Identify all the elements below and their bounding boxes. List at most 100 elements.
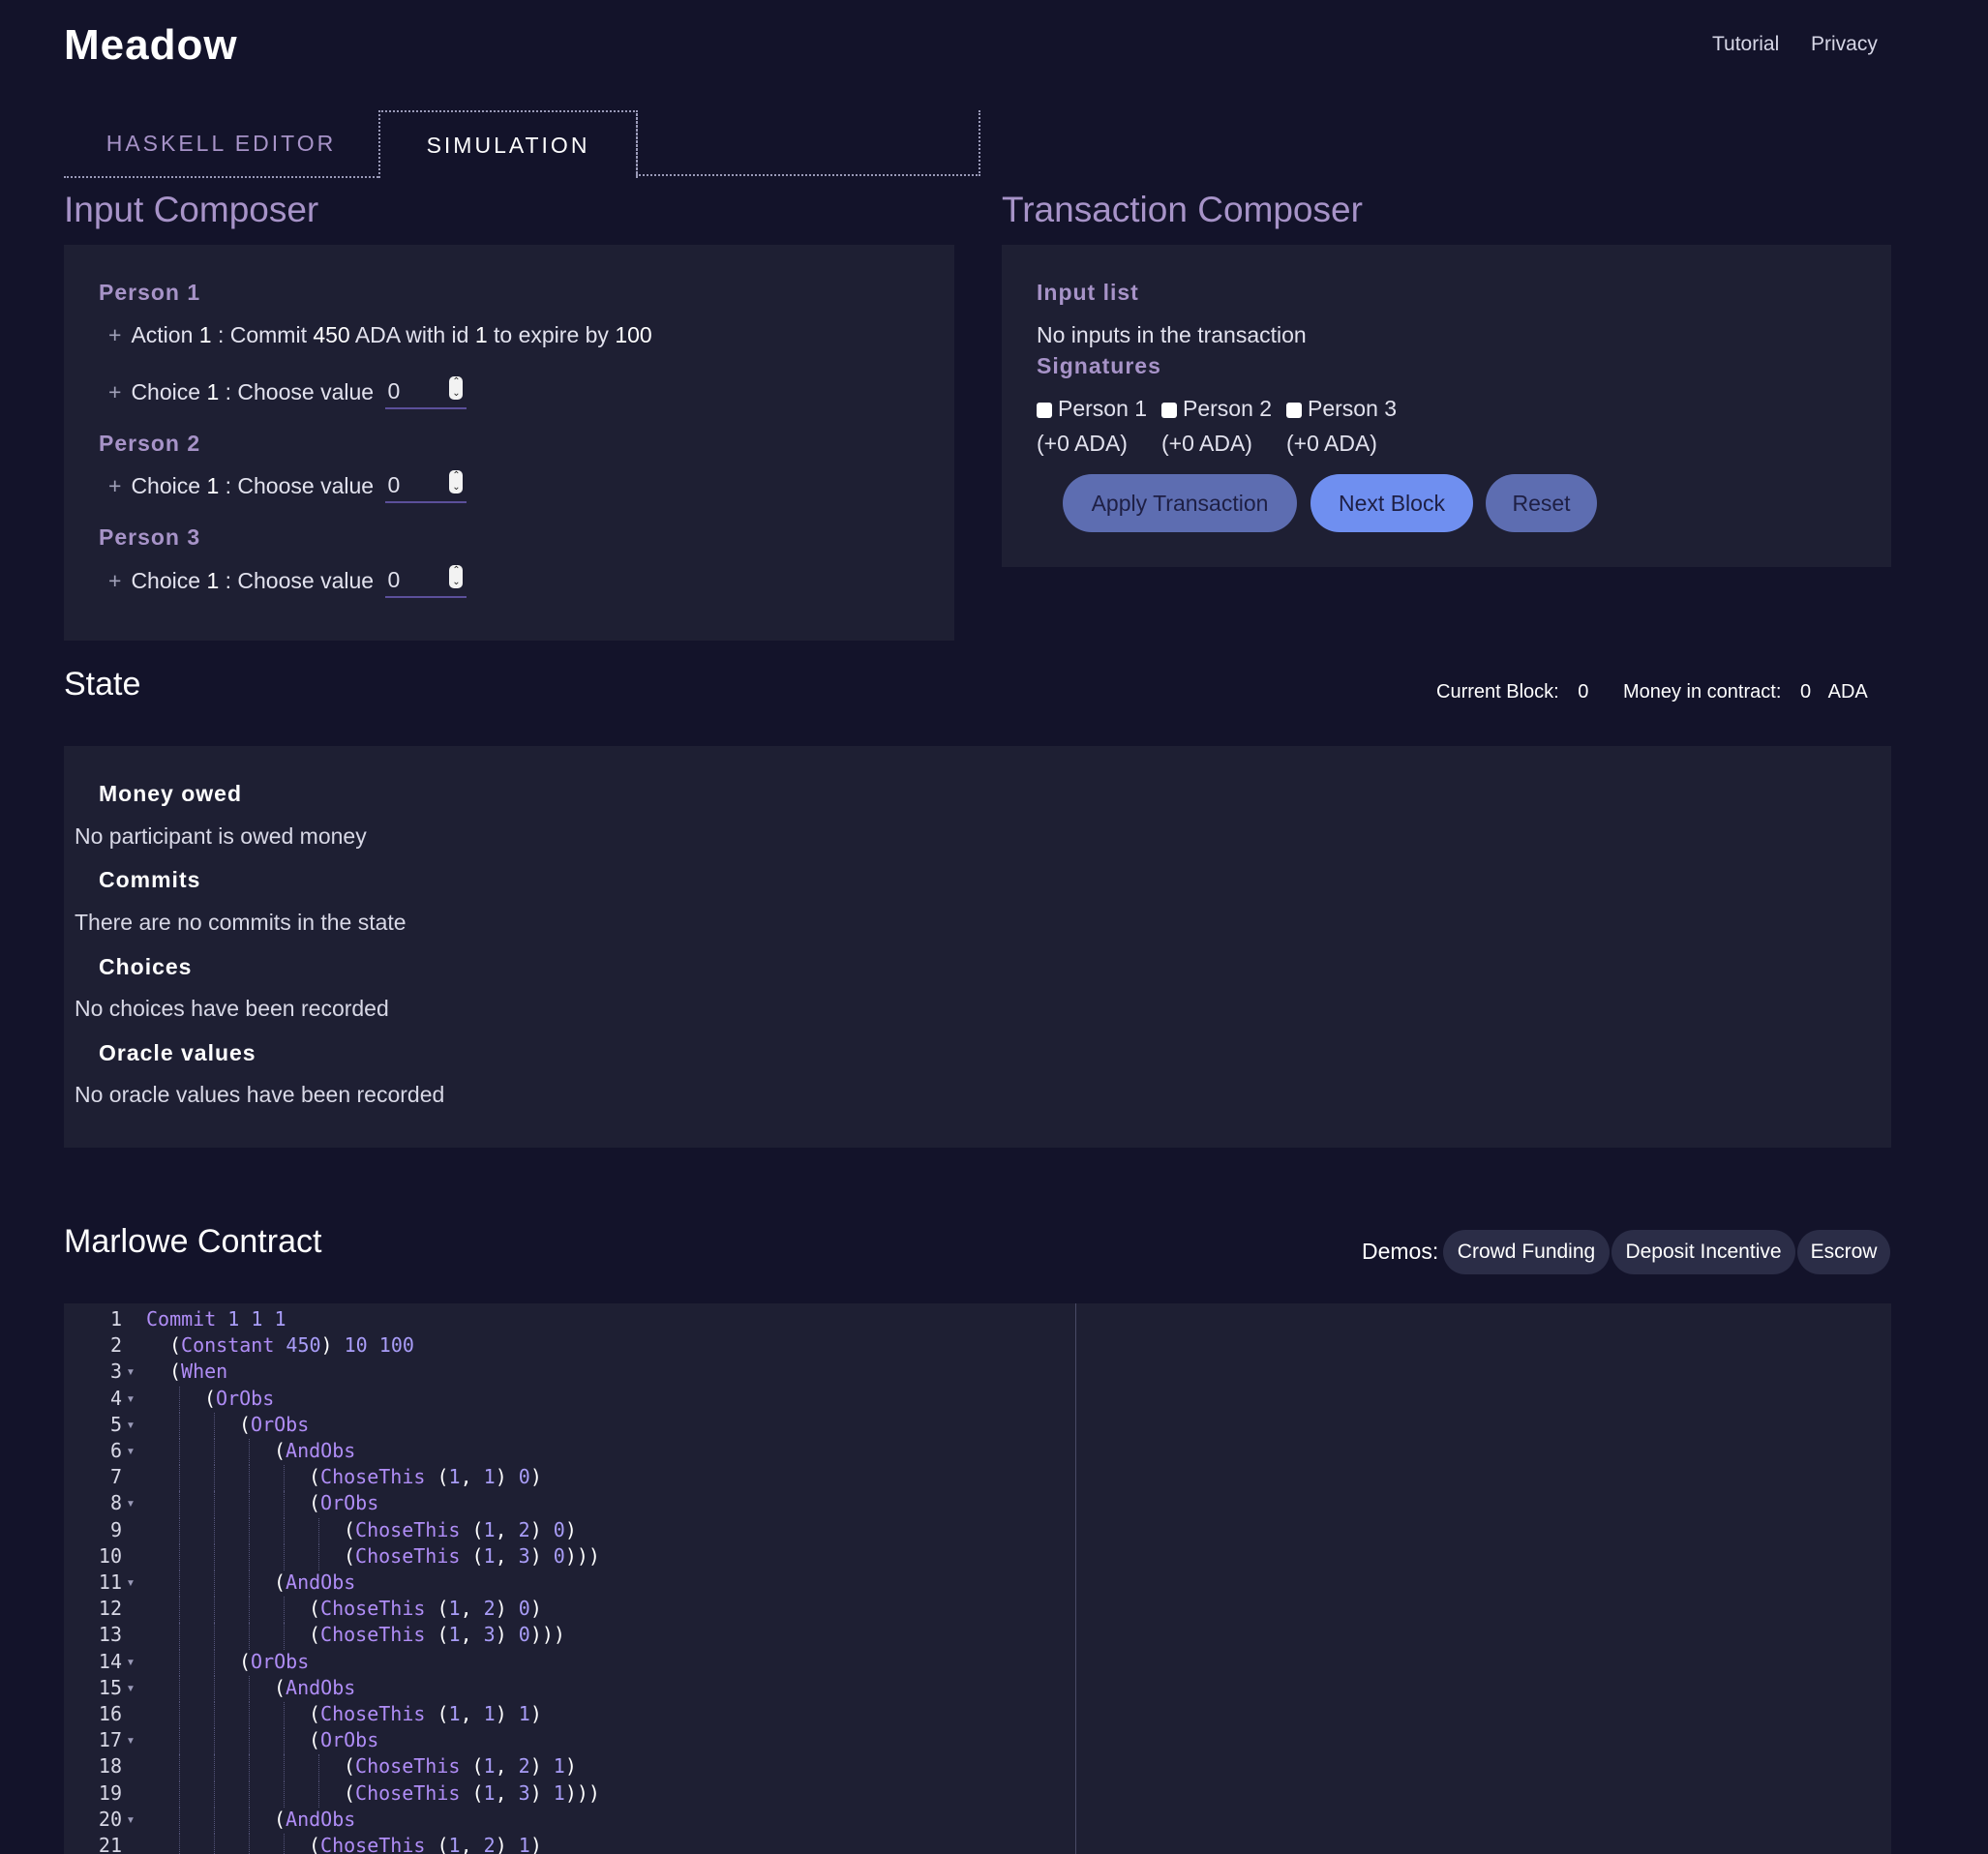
line-number: 10 <box>98 1543 122 1568</box>
add-choice-button[interactable]: + <box>108 379 121 404</box>
code-line: (AndObs <box>274 1570 356 1594</box>
privacy-link[interactable]: Privacy <box>1811 33 1878 56</box>
tab-bar-filler <box>636 110 980 176</box>
choice-row-person-2: + Choice 1 : Choose value 0 ⌃ ⌄ <box>108 470 467 503</box>
indent-guide <box>179 1728 180 1755</box>
code-line: (ChoseThis (1, 2) 1) <box>344 1754 577 1779</box>
oracle-values-heading: Oracle values <box>99 1040 256 1065</box>
indent-guide <box>214 1597 215 1624</box>
tab-simulation[interactable]: SIMULATION <box>378 110 638 178</box>
indent-guide <box>249 1807 250 1834</box>
indent-guide <box>179 1834 180 1854</box>
indent-guide <box>214 1834 215 1854</box>
signature-checkbox[interactable] <box>1037 402 1052 418</box>
choice-word: Choice <box>131 379 201 405</box>
code-line: (ChoseThis (1, 1) 1) <box>309 1702 542 1725</box>
signature-checkbox[interactable] <box>1286 402 1302 418</box>
signature-person-3[interactable]: Person 3 <box>1286 396 1397 422</box>
choice-label: : Choose value <box>225 473 375 499</box>
fold-arrow-icon[interactable]: ▼ <box>126 1499 136 1510</box>
indent-guide <box>179 1570 180 1598</box>
state-title: State <box>64 666 141 703</box>
person-1-heading: Person 1 <box>99 280 201 305</box>
indent-guide <box>179 1623 180 1650</box>
choice-value-input[interactable]: 0 ⌃ ⌄ <box>385 565 467 598</box>
indent-guide <box>214 1491 215 1518</box>
line-number: 11 <box>98 1570 122 1594</box>
no-inputs-text: No inputs in the transaction <box>1037 322 1307 347</box>
state-panel: Money owed No participant is owed money … <box>64 746 1891 1148</box>
fold-arrow-icon[interactable]: ▼ <box>126 1367 136 1378</box>
fold-arrow-icon[interactable]: ▼ <box>126 1578 136 1589</box>
action-id: 1 <box>198 322 212 347</box>
tab-haskell-editor[interactable]: HASKELL EDITOR <box>64 110 378 178</box>
indent-guide <box>249 1675 250 1702</box>
indent-guide <box>249 1702 250 1729</box>
signatures-heading: Signatures <box>1037 353 1161 378</box>
money-owed-heading: Money owed <box>99 781 243 806</box>
indent-guide <box>249 1491 250 1518</box>
apply-transaction-button[interactable]: Apply Transaction <box>1063 474 1297 532</box>
code-line: (ChoseThis (1, 1) 0) <box>309 1465 542 1489</box>
fold-arrow-icon[interactable]: ▼ <box>126 1420 136 1431</box>
choice-value-input[interactable]: 0 ⌃ ⌄ <box>385 376 467 409</box>
demo-deposit-incentive-button[interactable]: Deposit Incentive <box>1611 1230 1795 1274</box>
fold-arrow-icon[interactable]: ▼ <box>126 1658 136 1668</box>
indent-guide <box>214 1623 215 1650</box>
demo-escrow-button[interactable]: Escrow <box>1797 1230 1890 1274</box>
indent-guide <box>284 1702 285 1729</box>
contract-title: Marlowe Contract <box>64 1223 322 1260</box>
tab-bar: HASKELL EDITOR SIMULATION <box>64 110 980 178</box>
choice-value: 0 <box>387 378 401 404</box>
spinner-icon[interactable]: ⌃ ⌄ <box>449 565 464 588</box>
tutorial-link[interactable]: Tutorial <box>1712 33 1779 56</box>
person-2-heading: Person 2 <box>99 431 201 456</box>
signature-checkbox[interactable] <box>1161 402 1177 418</box>
next-block-button[interactable]: Next Block <box>1310 474 1473 532</box>
indent-guide <box>214 1439 215 1466</box>
demos-label: Demos: <box>1362 1239 1439 1264</box>
line-number: 18 <box>98 1754 122 1779</box>
choice-row-person-1: + Choice 1 : Choose value 0 ⌃ ⌄ <box>108 376 467 409</box>
signature-person-2[interactable]: Person 2 <box>1161 396 1272 422</box>
line-number: 21 <box>98 1834 122 1854</box>
indent-guide <box>214 1780 215 1808</box>
fold-arrow-icon[interactable]: ▼ <box>126 1815 136 1826</box>
demo-crowd-funding-button[interactable]: Crowd Funding <box>1443 1230 1610 1274</box>
fold-arrow-icon[interactable]: ▼ <box>126 1447 136 1457</box>
fold-arrow-icon[interactable]: ▼ <box>126 1736 136 1747</box>
fold-arrow-icon[interactable]: ▼ <box>126 1684 136 1694</box>
indent-guide <box>249 1780 250 1808</box>
spinner-icon[interactable]: ⌃ ⌄ <box>449 376 464 400</box>
indent-guide <box>179 1465 180 1492</box>
indent-guide <box>249 1623 250 1650</box>
indent-guide <box>284 1754 285 1781</box>
line-number: 16 <box>98 1702 122 1725</box>
indent-guide <box>214 1465 215 1492</box>
reset-button[interactable]: Reset <box>1486 474 1597 532</box>
add-choice-button[interactable]: + <box>108 568 121 593</box>
code-editor[interactable]: 1 Commit 1 1 1 2 (Constant 450) 10 100 3 ▼ (Wh… <box>64 1303 1891 1854</box>
indent-guide <box>318 1754 319 1781</box>
indent-guide <box>284 1517 285 1544</box>
choice-value-input[interactable]: 0 ⌃ ⌄ <box>385 470 467 503</box>
indent-guide <box>284 1728 285 1755</box>
signature-person-1[interactable]: Person 1 <box>1037 396 1147 422</box>
indent-guide <box>249 1543 250 1570</box>
indent-guide <box>214 1728 215 1755</box>
indent-guide <box>318 1543 319 1570</box>
add-choice-button[interactable]: + <box>108 473 121 498</box>
indent-guide <box>249 1439 250 1466</box>
choice-value: 0 <box>387 567 401 592</box>
add-action-button[interactable]: + <box>108 322 121 347</box>
indent-guide <box>249 1570 250 1598</box>
commits-heading: Commits <box>99 867 201 892</box>
fold-arrow-icon[interactable]: ▼ <box>126 1394 136 1405</box>
code-line: (ChoseThis (1, 3) 0))) <box>309 1623 565 1647</box>
indent-guide <box>318 1517 319 1544</box>
spinner-icon[interactable]: ⌃ ⌄ <box>449 470 464 493</box>
action-word: Action <box>131 322 194 347</box>
indent-guide <box>249 1754 250 1781</box>
action-row: + Action 1 : Commit 450 ADA with id 1 to … <box>108 322 652 348</box>
signature-ada-3: (+0 ADA) <box>1286 431 1377 456</box>
